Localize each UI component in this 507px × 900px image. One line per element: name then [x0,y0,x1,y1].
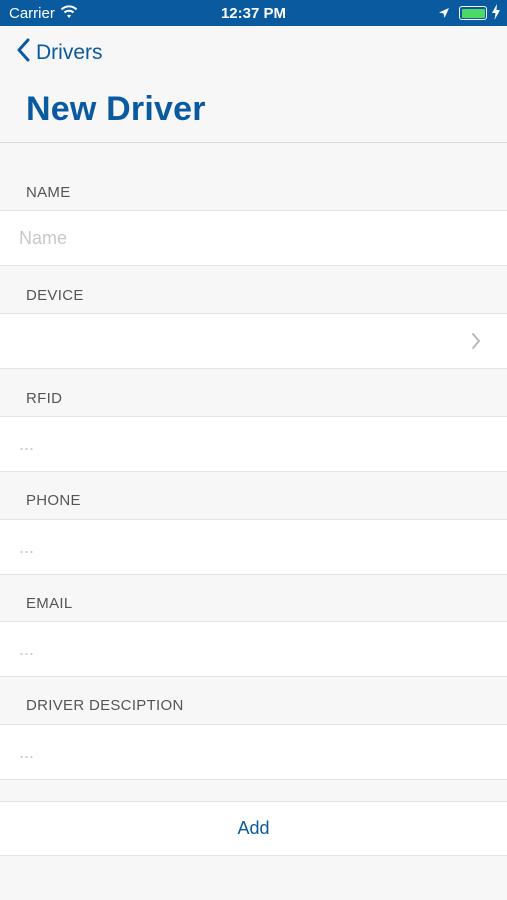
back-label: Drivers [36,41,103,64]
chevron-left-icon [16,38,36,68]
clock: 12:37 PM [220,5,287,22]
add-cell: Add [0,801,507,856]
description-header: DRIVER DESCIPTION [26,697,184,714]
rfid-header: RFID [26,390,63,407]
device-selector[interactable] [0,313,507,369]
phone-cell [0,519,507,575]
rfid-cell [0,416,507,472]
status-bar: Carrier 12:37 PM [0,0,507,26]
back-button[interactable]: Drivers [16,38,103,68]
rfid-input[interactable] [19,417,489,471]
navigation-bar: Drivers New Driver [0,26,507,143]
description-input[interactable] [19,725,489,779]
location-arrow-icon [438,6,450,23]
chevron-right-icon [471,332,481,355]
phone-header: PHONE [26,492,81,509]
email-input[interactable] [19,622,489,676]
charging-bolt-icon [491,4,501,24]
email-cell [0,621,507,677]
name-header: NAME [26,184,71,201]
name-cell [0,210,507,266]
description-cell [0,724,507,780]
add-button[interactable]: Add [0,802,507,855]
device-header: DEVICE [26,287,84,304]
battery-icon [459,6,487,20]
name-input[interactable] [19,211,489,265]
email-header: EMAIL [26,595,73,612]
page-title: New Driver [26,90,206,128]
phone-input[interactable] [19,520,489,574]
